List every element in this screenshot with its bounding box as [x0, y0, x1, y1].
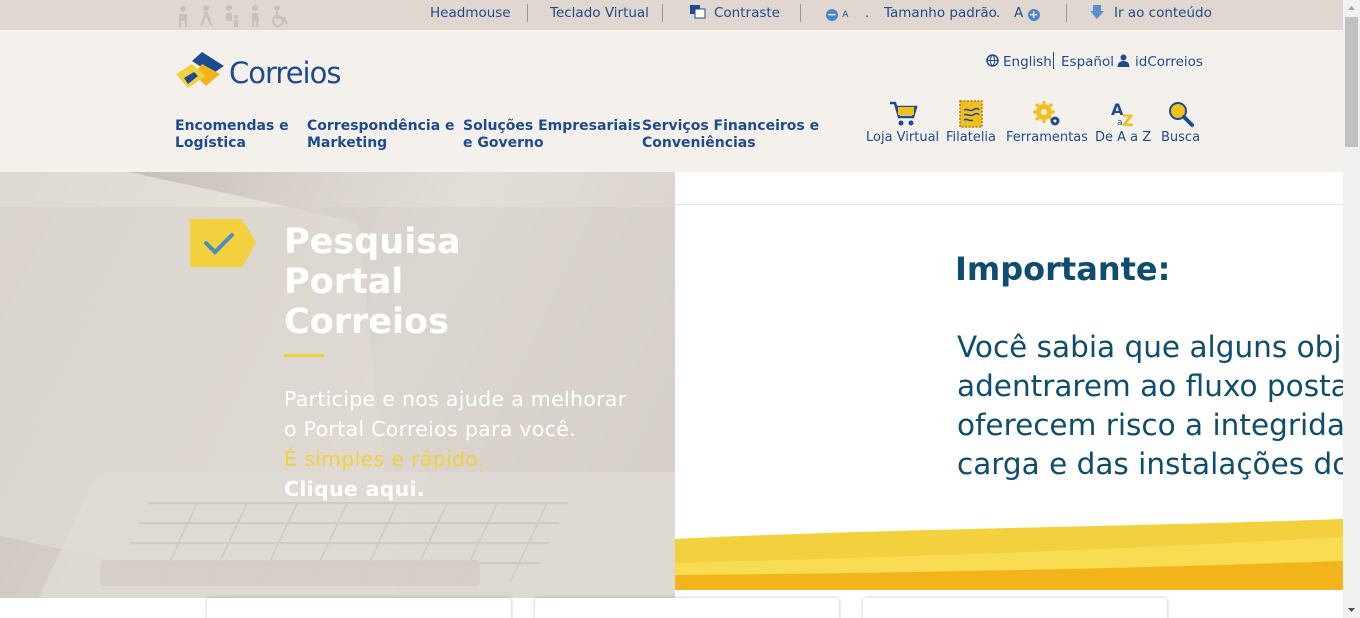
globe-icon — [986, 53, 999, 71]
ir-ao-conteudo-link[interactable]: Ir ao conteúdo — [1114, 0, 1212, 26]
shopping-cart-icon — [889, 101, 918, 126]
user-icon — [1117, 53, 1130, 71]
divider — [662, 4, 663, 22]
scroll-up-arrow-icon[interactable] — [1343, 0, 1360, 17]
promo-body: Participe e nos ajude a melhorar o Porta… — [284, 384, 626, 504]
nav-servicos-financeiros[interactable]: Serviços Financeiros e Conveniências — [642, 118, 819, 152]
scrollbar-thumb[interactable] — [1345, 17, 1358, 147]
pesquisa-portal-promo[interactable]: Pesquisa Portal Correios Participe e nos… — [0, 172, 675, 598]
banner-body: Você sabia que alguns obj adentrarem ao … — [957, 330, 1343, 481]
parent-child-icon — [222, 5, 240, 27]
font-increase-button[interactable]: A + — [1014, 0, 1040, 26]
down-arrow-icon — [1090, 0, 1104, 26]
accessibility-figures — [174, 5, 288, 27]
content-card[interactable] — [863, 598, 1167, 618]
idcorreios-link[interactable]: idCorreios — [1135, 53, 1203, 71]
importante-banner[interactable]: Importante: Você sabia que alguns obj ad… — [675, 172, 1343, 598]
divider — [800, 4, 801, 22]
gears-icon — [1032, 101, 1060, 126]
cane-person-icon — [198, 5, 216, 27]
contraste-link[interactable]: Contraste — [714, 0, 780, 26]
contrast-icon[interactable] — [690, 0, 706, 26]
search-icon — [1168, 102, 1194, 127]
logo-wordmark: Correios — [229, 56, 341, 90]
de-a-a-z-button[interactable]: A a Z De A a Z — [1095, 100, 1151, 145]
font-decrease-button[interactable]: − A — [826, 0, 848, 26]
accessibility-bar: Headmouse Teclado Virtual Contraste − A … — [0, 0, 1343, 30]
separator-dot: . — [996, 5, 1001, 21]
wheelchair-icon — [270, 5, 288, 27]
teclado-virtual-link[interactable]: Teclado Virtual — [550, 0, 649, 26]
loja-virtual-button[interactable]: Loja Virtual — [866, 100, 939, 145]
checkmark-tag-icon — [190, 219, 258, 273]
promo-title: Pesquisa Portal Correios — [284, 222, 461, 342]
nav-solucoes-empresariais[interactable]: Soluções Empresariais e Governo — [463, 118, 641, 152]
language-espanol-link[interactable]: Español — [1061, 53, 1114, 71]
divider — [1053, 52, 1054, 69]
busca-button[interactable]: Busca — [1161, 100, 1200, 145]
ferramentas-button[interactable]: Ferramentas — [1006, 100, 1088, 145]
a-to-z-icon: A a Z — [1111, 100, 1134, 128]
tamanho-padrao-link[interactable]: Tamanho padrão — [884, 0, 997, 26]
divider — [527, 4, 528, 22]
separator-dot: . — [865, 5, 870, 21]
clique-aqui-link[interactable]: Clique aqui. — [284, 474, 626, 504]
content-card[interactable] — [535, 598, 839, 618]
minus-icon: − — [826, 8, 838, 21]
divider — [675, 204, 1343, 205]
nav-correspondencia-marketing[interactable]: Correspondência e Marketing — [307, 118, 455, 152]
yellow-wave-decoration — [675, 519, 1343, 598]
plus-icon: + — [1027, 8, 1040, 21]
banner-title: Importante: — [955, 250, 1171, 288]
svg-text:Z: Z — [1122, 111, 1134, 128]
headmouse-link[interactable]: Headmouse — [430, 0, 511, 26]
divider — [1066, 4, 1067, 22]
scroll-down-arrow-icon[interactable] — [1343, 601, 1360, 618]
promo-divider — [284, 354, 324, 357]
pregnant-icon — [246, 5, 264, 27]
elderly-icon — [174, 5, 192, 27]
nav-encomendas-logistica[interactable]: Encomendas e Logística — [175, 118, 289, 152]
language-english-link[interactable]: English — [1003, 53, 1052, 71]
stamp-icon — [959, 100, 983, 128]
page-scrollbar[interactable] — [1343, 0, 1360, 618]
filatelia-button[interactable]: Filatelia — [946, 100, 996, 145]
correios-logo-mark — [176, 52, 224, 88]
content-card[interactable] — [207, 598, 511, 618]
site-header: Correios English Español idCorreios Enco… — [0, 30, 1343, 172]
